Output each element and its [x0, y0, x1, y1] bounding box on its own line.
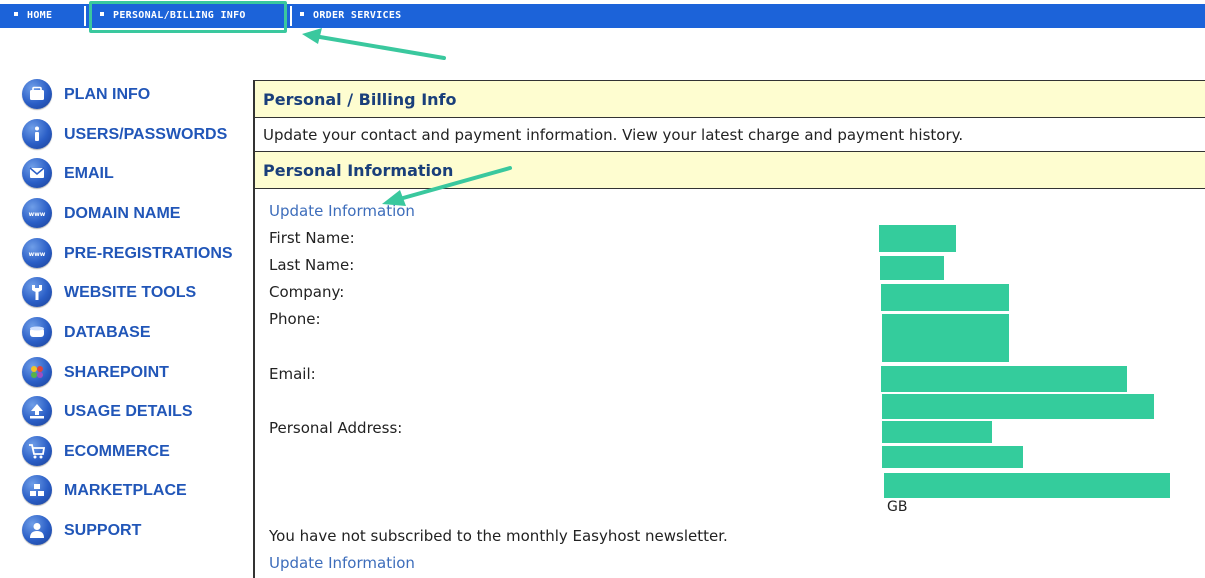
sidebar-item-label: SUPPORT — [64, 522, 142, 539]
email-label: Email: — [269, 365, 316, 383]
page-title: Personal / Billing Info — [263, 90, 457, 109]
sidebar-item-label: EMAIL — [64, 165, 114, 182]
sidebar-item-label: SHAREPOINT — [64, 364, 169, 381]
sidebar-item-sharepoint[interactable]: SHAREPOINT — [22, 355, 252, 391]
nav-order-services[interactable]: ORDER SERVICES — [300, 4, 402, 28]
update-newsletter-link[interactable]: Update Information — [269, 554, 415, 572]
annotation-highlight-box — [89, 1, 287, 33]
last-name-value-redacted — [880, 256, 944, 280]
sidebar-item-website-tools[interactable]: WEBSITE TOOLS — [22, 275, 252, 311]
sidebar-item-label: PLAN INFO — [64, 86, 151, 103]
sidebar-item-ecommerce[interactable]: ECOMMERCE — [22, 434, 252, 470]
sidebar-item-label: USAGE DETAILS — [64, 403, 193, 420]
sidebar-item-support[interactable]: SUPPORT — [22, 513, 252, 549]
envelope-icon — [22, 158, 52, 188]
sidebar-item-label: ECOMMERCE — [64, 443, 170, 460]
sidebar-item-label: USERS/PASSWORDS — [64, 126, 228, 143]
main-content: Personal / Billing Info Update your cont… — [253, 80, 1205, 578]
company-value-redacted — [881, 284, 1009, 311]
cart-icon — [22, 436, 52, 466]
annotation-arrow — [302, 28, 446, 60]
email-value-redacted — [882, 394, 1154, 419]
company-label: Company: — [269, 283, 345, 301]
last-name-label: Last Name: — [269, 256, 355, 274]
page-description: Update your contact and payment informat… — [263, 126, 964, 144]
personal-address-label: Personal Address: — [269, 419, 403, 437]
bullet-icon — [300, 12, 304, 16]
upload-icon — [22, 396, 52, 426]
folder-icon — [22, 79, 52, 109]
phone-value-redacted — [882, 314, 1009, 362]
newsletter-status-text: You have not subscribed to the monthly E… — [269, 527, 728, 545]
sidebar-item-users-passwords[interactable]: USERS/PASSWORDS — [22, 117, 252, 153]
nav-order-label: ORDER SERVICES — [313, 10, 402, 21]
sidebar-item-pre-registrations[interactable]: www PRE-REGISTRATIONS — [22, 236, 252, 272]
sidebar-item-domain-name[interactable]: www DOMAIN NAME — [22, 196, 252, 232]
address-line-redacted — [884, 473, 1170, 498]
sidebar-item-plan-info[interactable]: PLAN INFO — [22, 77, 252, 113]
sidebar-item-label: DATABASE — [64, 324, 151, 341]
www-icon: www — [22, 238, 52, 268]
phone-label: Phone: — [269, 310, 321, 328]
first-name-label: First Name: — [269, 229, 355, 247]
annotation-arrow — [382, 166, 512, 206]
nav-home[interactable]: HOME — [14, 4, 52, 28]
address-line-redacted — [882, 421, 992, 443]
sidebar-item-usage-details[interactable]: USAGE DETAILS — [22, 394, 252, 430]
svg-text:www: www — [29, 211, 46, 218]
svg-text:www: www — [29, 251, 46, 258]
email-value-redacted — [881, 366, 1127, 392]
sidebar-item-label: DOMAIN NAME — [64, 205, 181, 222]
sidebar-item-label: WEBSITE TOOLS — [64, 284, 197, 301]
page-header-bar: Personal / Billing Info — [255, 80, 1205, 118]
sidebar-item-label: PRE-REGISTRATIONS — [64, 245, 233, 262]
sidebar-item-marketplace[interactable]: MARKETPLACE — [22, 473, 252, 509]
database-icon — [22, 317, 52, 347]
info-icon — [22, 119, 52, 149]
person-icon — [22, 515, 52, 545]
sidebar-item-label: MARKETPLACE — [64, 482, 187, 499]
nav-home-label: HOME — [27, 10, 53, 21]
sidebar-item-database[interactable]: DATABASE — [22, 315, 252, 351]
wrench-icon — [22, 277, 52, 307]
bullet-icon — [14, 12, 18, 16]
sidebar-item-email[interactable]: EMAIL — [22, 156, 252, 192]
first-name-value-redacted — [879, 225, 956, 252]
nav-separator — [84, 6, 86, 26]
nav-separator — [290, 6, 292, 26]
address-country: GB — [887, 499, 908, 515]
www-icon: www — [22, 198, 52, 228]
address-line-redacted — [882, 446, 1023, 468]
blocks-icon — [22, 475, 52, 505]
sharepoint-icon — [22, 357, 52, 387]
